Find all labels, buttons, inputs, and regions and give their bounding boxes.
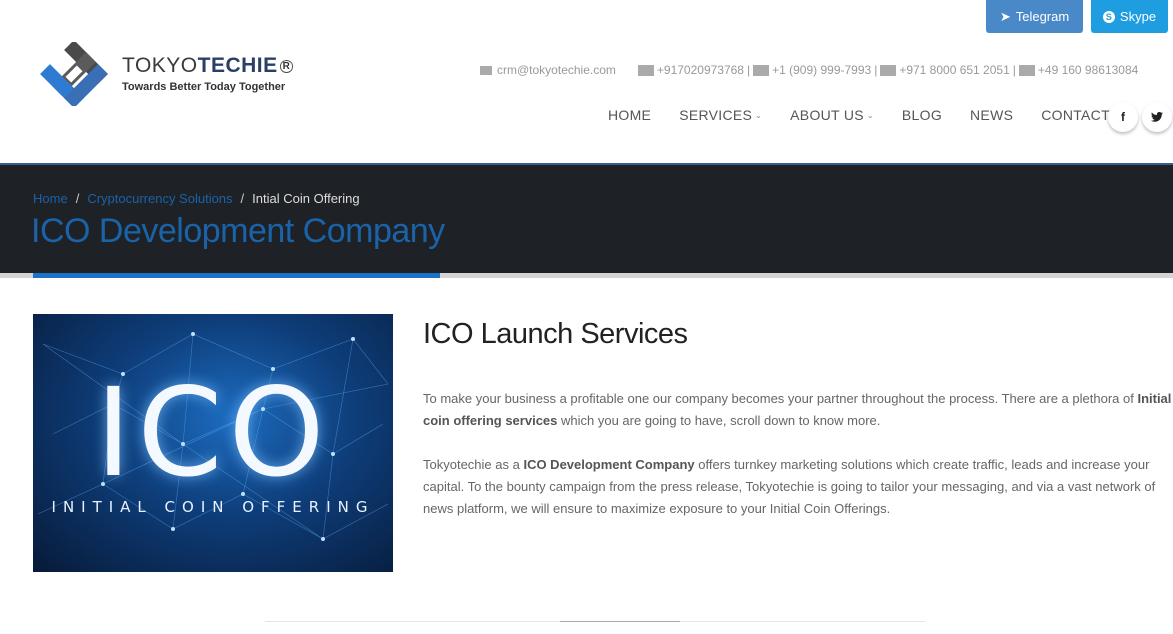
contact-phone-india[interactable]: +917020973768 xyxy=(657,63,744,77)
tokyotechie-logo-icon xyxy=(40,42,108,106)
skype-icon: S xyxy=(1102,10,1115,23)
description-paragraph: Tokyotechie as a ICO Development Company… xyxy=(423,457,1156,516)
chevron-down-icon: ⌄ xyxy=(866,110,874,120)
contact-strip: crm@tokyotechie.com +917020973768 | +1 (… xyxy=(480,63,1138,77)
breadcrumb-current: Intial Coin Offering xyxy=(252,191,360,206)
uae-flag-icon xyxy=(880,64,897,76)
nav-item-services[interactable]: SERVICES ⌄ xyxy=(679,107,762,123)
breadcrumb: Home / Cryptocurrency Solutions / Intial… xyxy=(33,191,360,206)
usa-flag-icon xyxy=(753,64,770,76)
nav-item-about-us[interactable]: ABOUT US ⌄ xyxy=(790,107,874,123)
skype-label: Skype xyxy=(1119,9,1157,24)
india-flag-icon xyxy=(637,64,654,76)
contact-email[interactable]: crm@tokyotechie.com xyxy=(497,63,616,77)
section-heading: ICO Launch Services xyxy=(423,318,688,350)
breadcrumb-cryptocurrency-solutions[interactable]: Cryptocurrency Solutions xyxy=(87,191,232,206)
title-accent-bar xyxy=(33,273,440,278)
logo-tagline: Towards Better Today Together xyxy=(122,80,286,93)
logo-name: TOKYOTECHIE R xyxy=(122,55,294,77)
ico-banner-image: ICO INITIAL COIN OFFERING xyxy=(33,314,393,572)
contact-phone-usa[interactable]: +1 (909) 999-7993 xyxy=(772,63,871,77)
mail-icon xyxy=(480,65,492,75)
page-title: ICO Development Company xyxy=(31,212,445,250)
main-nav: HOME SERVICES ⌄ ABOUT US ⌄ BLOG NEWS CONTA… xyxy=(608,107,1138,123)
twitter-icon[interactable] xyxy=(1142,102,1172,132)
skype-button[interactable]: S Skype xyxy=(1091,0,1168,33)
breadcrumb-home[interactable]: Home xyxy=(33,191,68,206)
telegram-label: Telegram xyxy=(1015,9,1070,24)
nav-item-blog[interactable]: BLOG xyxy=(902,107,942,123)
chevron-down-icon: ⌄ xyxy=(755,110,763,120)
contact-phone-germany[interactable]: +49 160 98613084 xyxy=(1038,63,1138,77)
nav-item-contact[interactable]: CONTACT xyxy=(1041,107,1110,123)
germany-flag-icon xyxy=(1018,64,1035,76)
ico-word: ICO xyxy=(95,362,331,504)
section-divider-accent xyxy=(560,621,680,622)
facebook-icon[interactable]: f xyxy=(1108,102,1138,132)
contact-phone-uae[interactable]: +971 8000 651 2051 xyxy=(899,63,1009,77)
nav-item-home[interactable]: HOME xyxy=(608,107,651,123)
telegram-button[interactable]: ➤ Telegram xyxy=(986,0,1083,33)
ico-subtitle: INITIAL COIN OFFERING xyxy=(51,498,375,516)
telegram-icon: ➤ xyxy=(999,8,1011,24)
nav-item-news[interactable]: NEWS xyxy=(970,107,1013,123)
intro-paragraph: To make your business a profitable one o… xyxy=(423,391,1172,428)
site-logo[interactable]: TOKYOTECHIE R Towards Better Today Togeth… xyxy=(40,42,294,106)
